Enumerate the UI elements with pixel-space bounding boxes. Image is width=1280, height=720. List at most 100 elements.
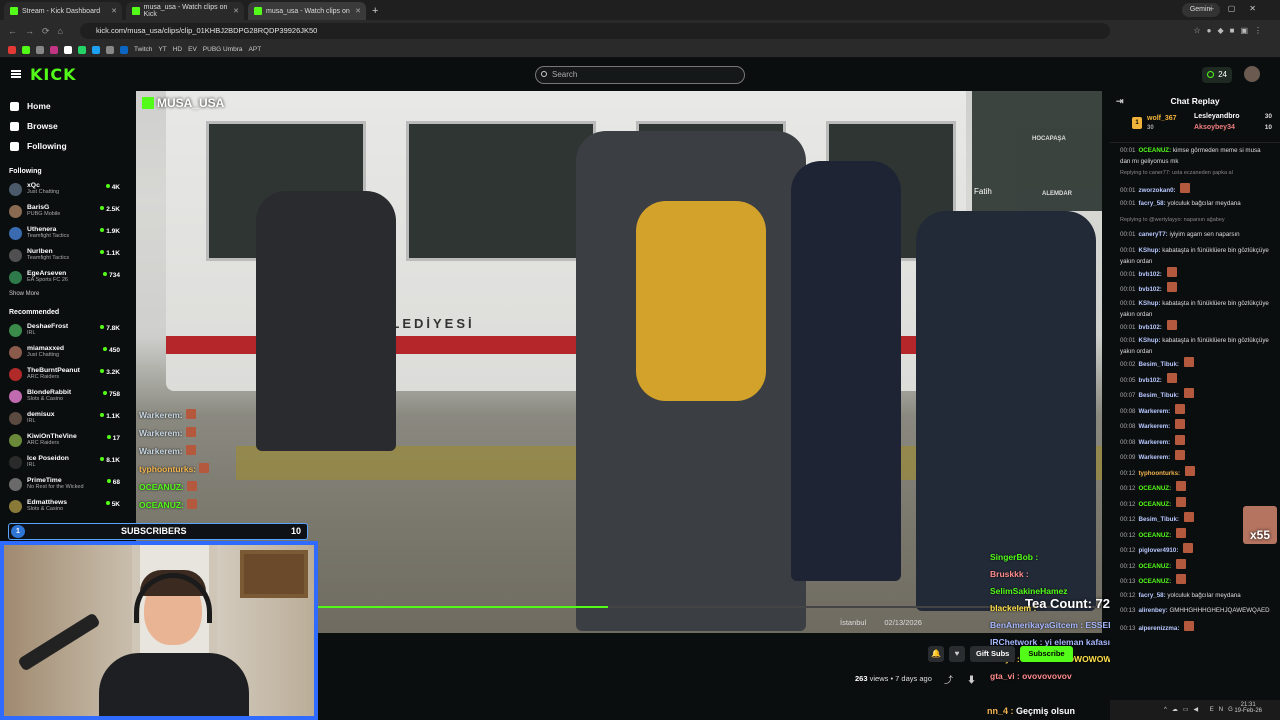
window-controls[interactable]: –▢✕: [1209, 4, 1270, 13]
message-user[interactable]: alperenizzma:: [1138, 625, 1179, 632]
browser-tab[interactable]: Stream - Kick Dashboard ✕: [4, 2, 122, 20]
collapse-chat-icon[interactable]: ⇥: [1116, 91, 1124, 111]
show-more-link[interactable]: Show More: [0, 291, 130, 297]
sidebar-channel[interactable]: Edmatthews Slots & Casino 5K: [0, 496, 130, 518]
sidebar-channel[interactable]: demisux IRL 1.1K: [0, 408, 130, 430]
message-user[interactable]: OCEANUZ:: [1138, 485, 1171, 492]
sidebar-nav-home[interactable]: Home: [0, 96, 130, 116]
bookmark-folder[interactable]: APT: [249, 46, 262, 53]
message-user[interactable]: OCEANUZ:: [1138, 578, 1171, 585]
message-user[interactable]: typhoonturks:: [1138, 470, 1180, 477]
sidebar-channel[interactable]: xQc Just Chatting 4K: [0, 179, 130, 201]
new-tab-button[interactable]: +: [372, 5, 378, 17]
channel-points[interactable]: 24: [1202, 67, 1232, 83]
sidebar-channel[interactable]: BarisG PUBG Mobile 2.5K: [0, 201, 130, 223]
message-time: 00:08: [1120, 407, 1136, 415]
bookmark-icon[interactable]: [106, 45, 114, 54]
bookmark-folder[interactable]: Twitch: [134, 46, 152, 53]
chat-message: 00:01 KShup: kabataşta in fünüklüere bin …: [1120, 245, 1272, 267]
sidebar-channel[interactable]: Uthenera Teamfight Tactics 1.9K: [0, 223, 130, 245]
message-user[interactable]: facry_58:: [1138, 200, 1165, 207]
sidebar-nav-browse[interactable]: Browse: [0, 116, 130, 136]
viewer-count: 7.8K: [100, 325, 120, 332]
bell-icon[interactable]: 🔔: [928, 646, 944, 662]
viewer-count: 1.1K: [100, 250, 120, 257]
message-user[interactable]: Warkerem:: [1138, 408, 1170, 415]
heart-icon[interactable]: ♥: [949, 646, 965, 662]
bookmark-icon[interactable]: [50, 45, 58, 54]
chat-message: 00:09 Warkerem:: [1120, 450, 1272, 466]
url-field[interactable]: kick.com/musa_usa/clips/clip_01KHBJ2BDPG…: [80, 23, 1110, 39]
subscribe-button[interactable]: Subscribe: [1020, 646, 1073, 662]
message-user[interactable]: zworzokan0:: [1138, 187, 1175, 194]
message-user[interactable]: KShup:: [1138, 337, 1160, 344]
message-user[interactable]: OCEANUZ:: [1138, 563, 1171, 570]
bookmark-icon[interactable]: [22, 45, 30, 54]
bookmark-folder[interactable]: HD: [173, 46, 182, 53]
message-user[interactable]: Warkerem:: [1138, 454, 1170, 461]
message-user[interactable]: Besim_Tibuk:: [1138, 361, 1178, 368]
message-user[interactable]: bvb102:: [1138, 271, 1161, 278]
browser-tab[interactable]: musa_usa - Watch clips on Kick ✕: [126, 2, 244, 20]
menu-icon[interactable]: [11, 70, 21, 78]
bookmark-folder[interactable]: EV: [188, 46, 197, 53]
message-user[interactable]: KShup:: [1138, 247, 1160, 254]
bookmark-icon[interactable]: [36, 45, 44, 54]
message-user[interactable]: bvb102:: [1138, 324, 1161, 331]
video-progress-bar[interactable]: [318, 606, 1101, 608]
message-user[interactable]: Besim_Tibuk:: [1138, 392, 1178, 399]
kick-logo[interactable]: KICK: [30, 65, 77, 84]
message-user[interactable]: OCEANUZ:: [1138, 532, 1171, 539]
sidebar-channel[interactable]: miamaxxed Just Chatting 450: [0, 342, 130, 364]
message-user[interactable]: bvb102:: [1138, 377, 1161, 384]
subs-goal: 10: [290, 526, 301, 536]
message-user[interactable]: caneryT7:: [1138, 231, 1167, 238]
message-user[interactable]: OCEANUZ:: [1138, 501, 1171, 508]
leader-2-value: 30: [1264, 113, 1272, 120]
message-user[interactable]: OCEANUZ:: [1138, 147, 1171, 154]
sidebar-channel[interactable]: BlondeRabbit Slots & Casino 758: [0, 386, 130, 408]
emote-icon: [1166, 282, 1177, 292]
bookmark-folder[interactable]: PUBG Umbra: [203, 46, 243, 53]
bookmark-icon[interactable]: [64, 45, 72, 54]
sidebar-channel[interactable]: Nurlben Teamfight Tactics 1.1K: [0, 245, 130, 267]
browser-tab[interactable]: musa_usa - Watch clips on ✕: [248, 2, 366, 20]
sidebar-channel[interactable]: DeshaeFrost IRL 7.8K: [0, 320, 130, 342]
sidebar-nav-following[interactable]: Following: [0, 136, 130, 156]
nav-buttons[interactable]: ←→⟳⌂: [0, 26, 71, 37]
bookmark-icon[interactable]: [8, 45, 16, 54]
bookmark-icon[interactable]: [78, 45, 86, 54]
message-user[interactable]: KShup:: [1138, 300, 1160, 307]
message-time: 00:01: [1120, 270, 1136, 278]
sidebar-channel[interactable]: EgeArseven EA Sports FC 26 734: [0, 267, 130, 289]
message-user[interactable]: facry_58:: [1138, 592, 1165, 599]
message-user[interactable]: Warkerem:: [1138, 423, 1170, 430]
leader-3-value: 10: [1264, 124, 1272, 131]
message-user[interactable]: Besim_Tibuk:: [1138, 516, 1178, 523]
yellow-backpack: [636, 201, 766, 401]
message-user[interactable]: piglover4910:: [1138, 547, 1178, 554]
message-time: 00:13: [1120, 624, 1136, 632]
user-avatar[interactable]: [1244, 66, 1260, 82]
search-input[interactable]: Search: [535, 66, 745, 84]
close-tab-icon[interactable]: ✕: [233, 7, 239, 15]
sidebar-channel[interactable]: PrimeTime No Rest for the Wicked 68: [0, 474, 130, 496]
sidebar-channel[interactable]: Ice Poseidon IRL 8.1K: [0, 452, 130, 474]
overlay-chat-line: typhoonturks:: [139, 463, 210, 481]
extension-icons[interactable]: ☆●◆■▣⋮: [1193, 26, 1268, 35]
message-user[interactable]: Warkerem:: [1138, 439, 1170, 446]
message-user[interactable]: bvb102:: [1138, 286, 1161, 293]
bookmark-folder[interactable]: YT: [158, 46, 166, 53]
bookmark-icon[interactable]: [92, 45, 100, 54]
gift-subs-button[interactable]: Gift Subs: [970, 646, 1016, 662]
overlay-chat-line: Warkerem:: [139, 445, 209, 463]
close-tab-icon[interactable]: ✕: [355, 7, 361, 15]
close-tab-icon[interactable]: ✕: [111, 7, 117, 15]
sidebar-channel[interactable]: TheBurntPeanut ARC Raiders 3.2K: [0, 364, 130, 386]
share-download-icons[interactable]: ⤴⬇: [944, 673, 990, 686]
message-user[interactable]: alirenbey:: [1138, 607, 1167, 614]
bookmark-icon[interactable]: [120, 45, 128, 54]
sidebar-channel[interactable]: KiwiOnTheVine ARC Raiders 17: [0, 430, 130, 452]
tray-icons[interactable]: ^☁▭◀ ENG: [1164, 706, 1238, 713]
chat-messages[interactable]: 00:01 OCEANUZ: kimse görmeden meme si mus…: [1110, 143, 1280, 636]
